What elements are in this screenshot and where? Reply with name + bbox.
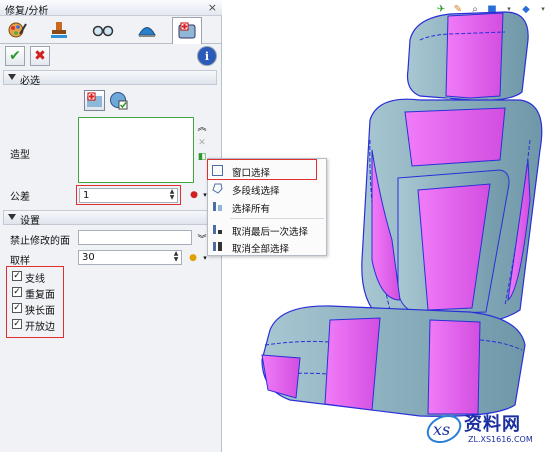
confirm-button[interactable]: ✔ bbox=[5, 46, 25, 66]
window-select-highlight bbox=[207, 159, 317, 180]
stamp-tab[interactable] bbox=[44, 17, 74, 43]
medkit-tab[interactable] bbox=[172, 17, 202, 44]
checkbox-label: 支线 bbox=[25, 274, 45, 285]
collapse-triangle-icon bbox=[8, 214, 16, 220]
info-button[interactable]: i bbox=[197, 46, 217, 66]
medkit-icon bbox=[178, 22, 196, 39]
menu-item-label: 取消最后一次选择 bbox=[232, 227, 309, 238]
checkbox-label: 狭长面 bbox=[25, 306, 55, 317]
required-header-label: 必选 bbox=[20, 76, 40, 87]
forbid-faces-label: 禁止修改的面 bbox=[10, 236, 70, 247]
svg-text:xs: xs bbox=[433, 420, 450, 439]
forbid-faces-input[interactable] bbox=[78, 230, 192, 245]
chevron-up-icon[interactable]: ︽ bbox=[196, 120, 208, 133]
remove-icon[interactable]: ✕ bbox=[196, 137, 208, 149]
repair-analysis-panel: 修复/分析 × ✔ ✖ i 必选 造型 ︽ ✕ ◧ 公差 1 ▲ ▼ ● ▾ 设… bbox=[0, 0, 222, 452]
watermark: xs 资料网 ZL.XS1616.COM bbox=[424, 408, 552, 450]
checkbox-label: 重复面 bbox=[25, 290, 55, 301]
analysis-pick-button[interactable] bbox=[108, 90, 129, 111]
checkbox-box: ✓ bbox=[12, 319, 22, 329]
checkbox-box: ✓ bbox=[12, 271, 22, 281]
glasses-icon bbox=[92, 25, 114, 37]
sample-label: 取样 bbox=[10, 256, 30, 267]
tolerance-spinner[interactable]: ▲ ▼ bbox=[168, 189, 176, 202]
settings-header-label: 设置 bbox=[20, 216, 40, 227]
shell-tab[interactable] bbox=[132, 17, 162, 43]
shell-icon bbox=[138, 27, 156, 37]
menu-item-clear-all[interactable]: 取消全部选择 bbox=[208, 239, 326, 255]
action-bar: ✔ ✖ i bbox=[0, 44, 222, 68]
undo-last-icon bbox=[213, 225, 222, 234]
shape-pick-button[interactable] bbox=[84, 90, 105, 111]
sample-spinner[interactable]: ▲ ▼ bbox=[172, 251, 180, 264]
tolerance-input[interactable]: 1 ▲ ▼ bbox=[79, 188, 178, 203]
checkbox-narrow-faces[interactable]: ✓ 狭长面 bbox=[12, 301, 72, 317]
watermark-url: ZL.XS1616.COM bbox=[468, 435, 533, 444]
menu-item-polyline-select[interactable]: 多段线选择 bbox=[208, 181, 326, 197]
sphere-check-icon bbox=[110, 92, 128, 110]
settings-section-header[interactable]: 设置 bbox=[3, 210, 217, 227]
panel-title-bar: 修复/分析 × bbox=[0, 0, 222, 17]
checkbox-branch-lines[interactable]: ✓ 支线 bbox=[12, 269, 72, 285]
close-icon[interactable]: × bbox=[208, 1, 217, 14]
seat-cushion bbox=[261, 305, 526, 417]
tolerance-value: 1 bbox=[83, 190, 90, 201]
collapse-triangle-icon bbox=[8, 74, 16, 80]
checkbox-duplicate-faces[interactable]: ✓ 重复面 bbox=[12, 285, 72, 301]
required-section-header[interactable]: 必选 bbox=[3, 70, 217, 87]
panel-title: 修复/分析 bbox=[5, 6, 49, 17]
shape-selection-list[interactable] bbox=[78, 117, 194, 183]
menu-item-label: 选择所有 bbox=[232, 204, 271, 215]
watermark-brand: 资料网 bbox=[464, 414, 521, 435]
menu-item-label: 多段线选择 bbox=[232, 186, 280, 197]
brush-icon bbox=[8, 22, 27, 38]
polygon-icon bbox=[212, 183, 223, 194]
tool-tabs bbox=[0, 16, 222, 44]
stamp-icon bbox=[51, 22, 67, 38]
sample-input[interactable]: 30 ▲ ▼ bbox=[78, 250, 182, 265]
menu-item-label: 取消全部选择 bbox=[232, 244, 290, 255]
shape-label: 造型 bbox=[10, 150, 30, 161]
menu-item-undo-last[interactable]: 取消最后一次选择 bbox=[208, 222, 326, 238]
menu-separator bbox=[230, 218, 324, 219]
brush-tab[interactable] bbox=[2, 17, 32, 43]
menu-item-select-all[interactable]: 选择所有 bbox=[208, 199, 326, 215]
lightbulb-icon: ● bbox=[189, 253, 197, 263]
backrest bbox=[361, 98, 543, 325]
tolerance-label: 公差 bbox=[10, 192, 30, 203]
checkbox-open-edges[interactable]: ✓ 开放边 bbox=[12, 317, 72, 333]
watermark-logo: xs bbox=[426, 414, 462, 444]
checkbox-box: ✓ bbox=[12, 303, 22, 313]
clear-all-icon bbox=[213, 242, 222, 251]
glasses-tab[interactable] bbox=[88, 17, 118, 43]
checkbox-label: 开放边 bbox=[25, 322, 55, 333]
cancel-button[interactable]: ✖ bbox=[30, 46, 50, 66]
checkbox-box: ✓ bbox=[12, 287, 22, 297]
medkit-small-icon bbox=[87, 92, 102, 107]
select-all-icon bbox=[213, 202, 222, 211]
sample-value: 30 bbox=[82, 252, 95, 263]
